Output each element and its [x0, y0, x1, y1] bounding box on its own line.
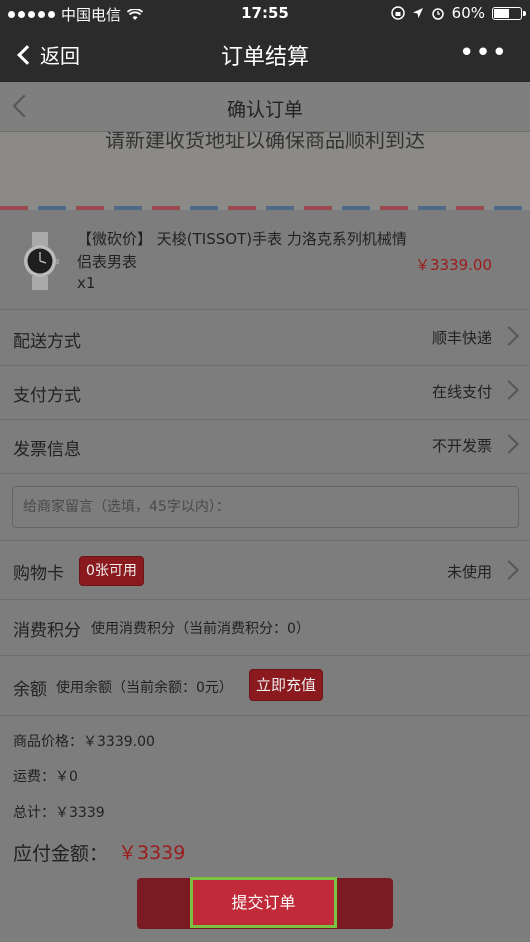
message-input[interactable] — [12, 486, 519, 528]
nav-bar: 返回 订单结算 ••• — [0, 28, 530, 82]
status-right: 60% — [390, 4, 526, 22]
chevron-right-icon — [499, 380, 519, 400]
payment-row[interactable]: 支付方式 在线支付 — [0, 366, 530, 420]
submit-order-button[interactable]: 提交订单 — [190, 877, 337, 928]
delivery-label: 配送方式 — [13, 332, 81, 352]
more-button[interactable]: ••• — [459, 38, 508, 68]
page-title: 确认订单 — [226, 99, 303, 121]
battery-icon — [492, 6, 526, 20]
goods-price: 商品价格：￥3339.00 — [13, 734, 155, 750]
points-row: 消费积分 使用消费积分（当前消费积分：0） — [0, 600, 530, 656]
balance-label: 余额 — [13, 680, 47, 700]
payment-value: 在线支付 — [431, 383, 492, 401]
shipping-fee: 运费：￥0 — [13, 769, 78, 785]
address-section[interactable]: 请新建收货地址以确保商品顺利到达 — [0, 132, 530, 210]
payable-value: ￥3339 — [118, 842, 186, 864]
nav-title: 订单结算 — [220, 45, 309, 70]
delivery-value: 顺丰快递 — [431, 329, 492, 347]
product-qty: x1 — [77, 274, 96, 292]
shopping-card-value: 未使用 — [446, 563, 492, 581]
airmail-stripe — [0, 206, 530, 210]
alarm-icon — [431, 8, 444, 20]
product-item[interactable]: 【微砍价】 天梭(TISSOT)手表 力洛克系列机械情侣表男表 x1 ￥3339… — [0, 214, 530, 310]
watch-image — [24, 232, 59, 290]
orientation-lock-icon — [390, 6, 405, 20]
shopping-card-badge: 0张可用 — [79, 556, 144, 586]
payment-label: 支付方式 — [13, 386, 81, 406]
recharge-button[interactable]: 立即充值 — [249, 669, 324, 701]
location-icon — [412, 8, 423, 18]
invoice-label: 发票信息 — [13, 440, 81, 460]
status-bar: 中国电信 17:55 60% — [0, 0, 530, 28]
chevron-right-icon — [499, 560, 519, 580]
invoice-value: 不开发票 — [431, 437, 492, 455]
balance-detail: 使用余额（当前余额：0元） — [56, 680, 233, 696]
chevron-right-icon — [499, 326, 519, 346]
product-price: ￥3339.00 — [414, 256, 492, 274]
invoice-row[interactable]: 发票信息 不开发票 — [0, 420, 530, 474]
delivery-row[interactable]: 配送方式 顺丰快递 — [0, 312, 530, 366]
points-detail: 使用消费积分（当前消费积分：0） — [91, 621, 310, 637]
product-name: 【微砍价】 天梭(TISSOT)手表 力洛克系列机械情侣表男表 — [77, 230, 407, 271]
points-label: 消费积分 — [13, 621, 81, 641]
page-header: 确认订单 — [0, 82, 530, 132]
chevron-right-icon — [499, 434, 519, 454]
battery-percent: 60% — [451, 4, 485, 22]
address-prompt: 请新建收货地址以确保商品顺利到达 — [105, 132, 425, 152]
payable-label: 应付金额： — [13, 843, 109, 865]
total-amount: 总计：￥3339 — [13, 805, 105, 821]
shopping-card-label: 购物卡 — [13, 564, 64, 584]
